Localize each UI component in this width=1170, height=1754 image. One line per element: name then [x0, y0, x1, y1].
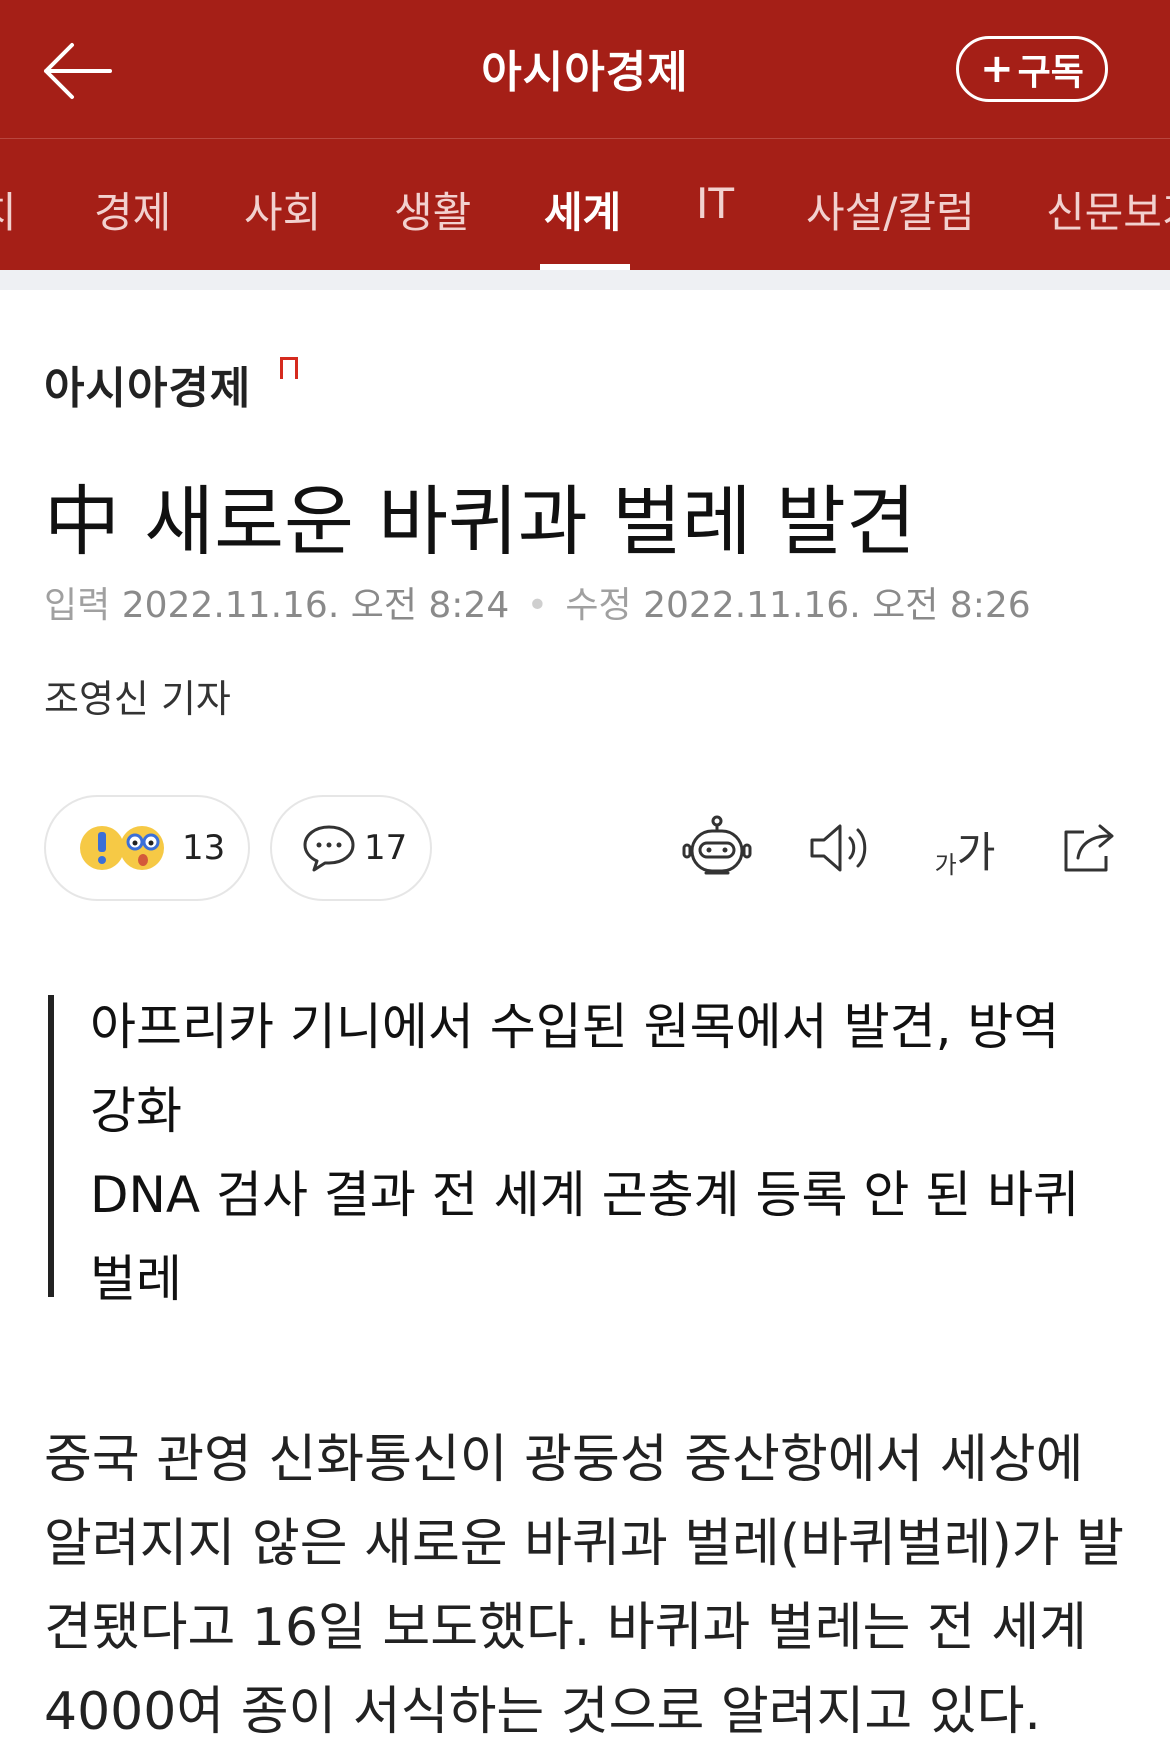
font-size-large-glyph: 가	[956, 828, 996, 877]
tab-opinion[interactable]: 사설/칼럼	[806, 179, 975, 240]
share-button[interactable]	[1060, 808, 1120, 888]
publisher-logo-mark	[280, 357, 298, 379]
edit-date: 2022.11.16. 오전 8:26	[643, 585, 1031, 626]
tab-society[interactable]: 사회	[244, 179, 321, 240]
input-date: 2022.11.16. 오전 8:24	[121, 585, 510, 626]
article-headline: 中 새로운 바퀴과 벌레 발견	[44, 477, 916, 566]
speaker-icon	[810, 824, 867, 872]
input-label: 입력	[44, 585, 111, 626]
summary-bot-button[interactable]	[682, 808, 752, 888]
summary-quote-bar	[48, 995, 54, 1297]
comment-count: 17	[364, 828, 408, 868]
font-size-button[interactable]: 가 가	[928, 808, 1002, 888]
comment-button[interactable]: 17	[270, 795, 432, 901]
reaction-button[interactable]: 13	[44, 795, 250, 901]
article-dates: 입력 2022.11.16. 오전 8:24 • 수정 2022.11.16. …	[44, 576, 1031, 628]
summary-line: 아프리카 기니에서 수입된 원목에서 발견, 방역 강화	[90, 998, 1060, 1140]
meta-separator: •	[526, 585, 548, 626]
robot-icon	[682, 815, 752, 875]
reporter-name[interactable]: 조영신 기자	[44, 668, 231, 723]
summary-line: DNA 검사 결과 전 세계 곤충계 등록 안 된 바퀴 벌레	[90, 1166, 1080, 1308]
comment-bubble-icon	[303, 825, 355, 872]
tab-life[interactable]: 생활	[394, 179, 471, 240]
tab-politics[interactable]: 치	[0, 179, 17, 240]
font-size-small-glyph: 가	[934, 851, 957, 879]
article-summary: 아프리카 기니에서 수입된 원목에서 발견, 방역 강화 DNA 검사 결과 전…	[90, 985, 1080, 1321]
article-body: 중국 관영 신화통신이 광둥성 중산항에서 세상에 알려지지 않은 새로운 바퀴…	[44, 1430, 1125, 1742]
publisher-logo[interactable]: 아시아경제	[44, 352, 251, 416]
top-bar: 아시아경제 + 구독	[0, 0, 1170, 139]
tab-it[interactable]: IT	[696, 179, 734, 228]
edit-label: 수정	[565, 585, 632, 626]
subscribe-label: 구독	[1017, 52, 1084, 93]
share-icon	[1064, 824, 1114, 872]
plus-icon: +	[980, 46, 1014, 92]
read-aloud-button[interactable]	[808, 808, 874, 888]
category-nav: 치 경제 사회 생활 세계 IT 사설/칼럼 신문보기	[0, 139, 1170, 270]
section-divider	[0, 270, 1170, 290]
subscribe-button[interactable]: + 구독	[956, 36, 1108, 102]
tab-world[interactable]: 세계	[544, 179, 621, 240]
tab-newspaper[interactable]: 신문보기	[1046, 179, 1170, 240]
reaction-count: 13	[182, 828, 226, 868]
reaction-emoji-icon	[80, 826, 164, 870]
tab-economy[interactable]: 경제	[94, 179, 171, 240]
